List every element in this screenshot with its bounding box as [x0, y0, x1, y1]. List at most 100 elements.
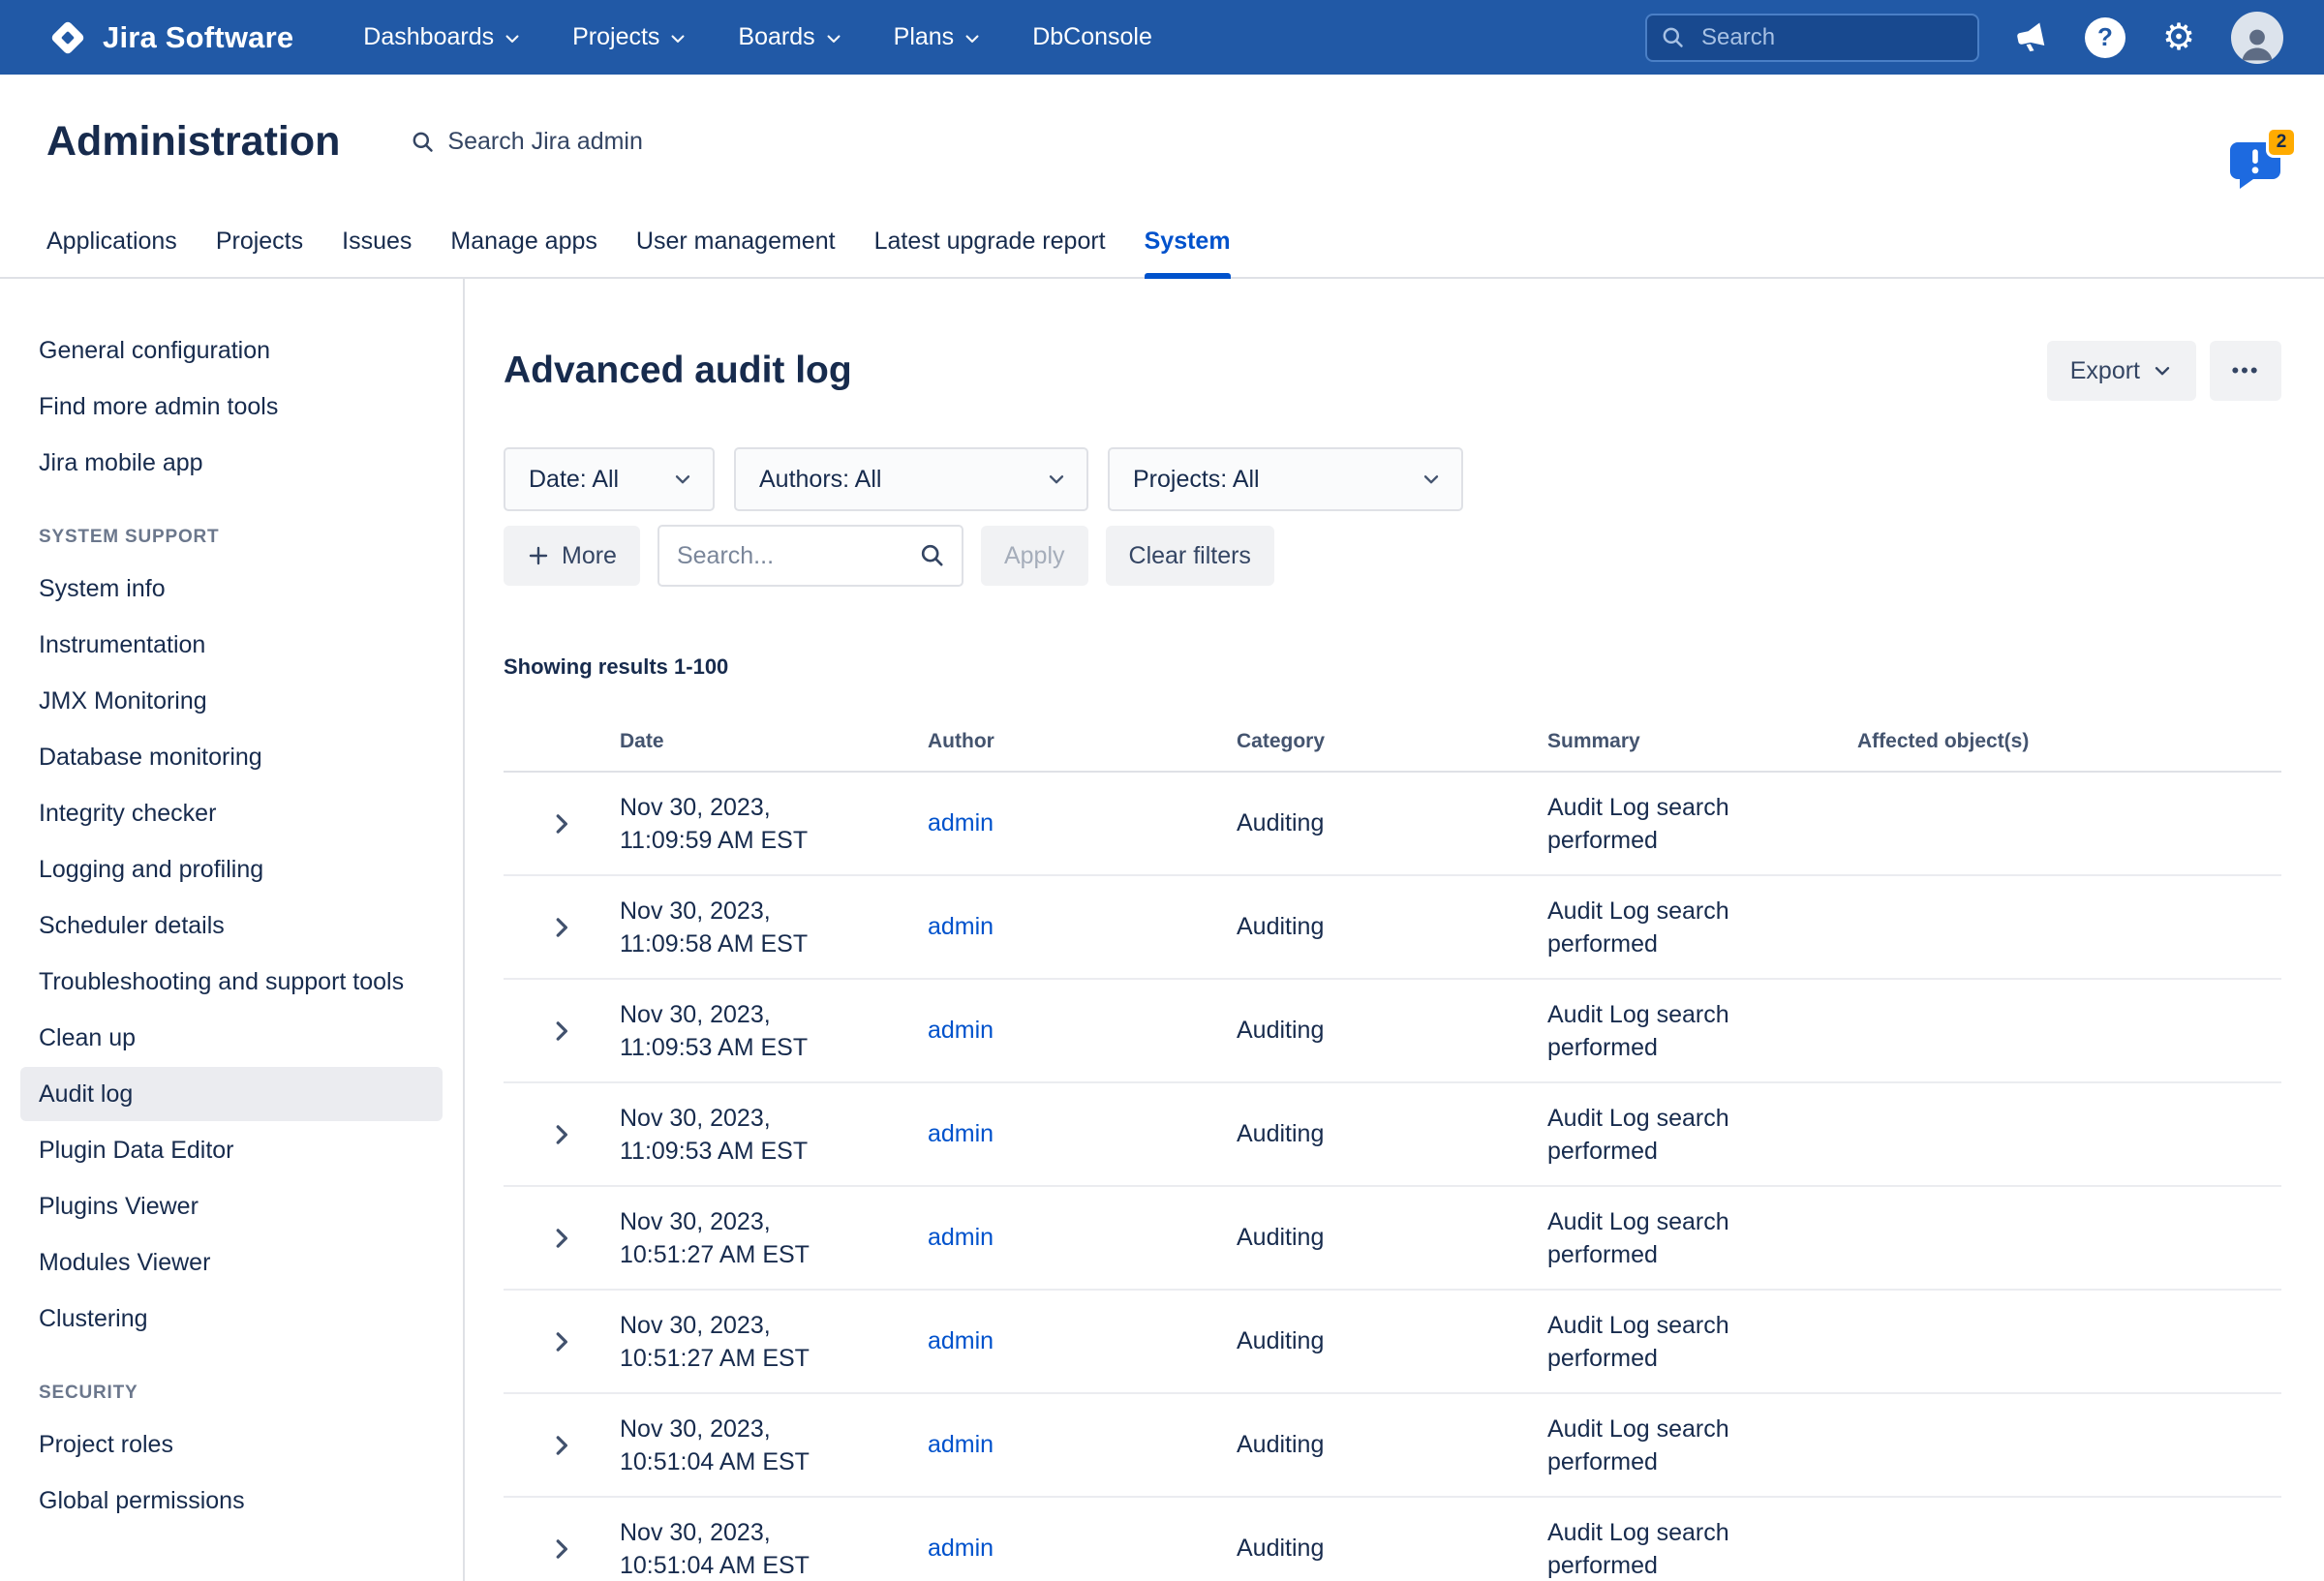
column-header-author: Author: [928, 730, 1237, 753]
more-filters-button[interactable]: More: [504, 526, 640, 586]
cell-author: admin: [928, 1120, 1237, 1148]
projects-filter-dropdown[interactable]: Projects: All: [1108, 447, 1463, 511]
sidebar-item-jmx-monitoring[interactable]: JMX Monitoring: [20, 674, 443, 728]
sidebar-item-integrity-checker[interactable]: Integrity checker: [20, 786, 443, 840]
cell-author: admin: [928, 1017, 1237, 1045]
clear-filters-button[interactable]: Clear filters: [1106, 526, 1274, 586]
audit-log-row: Nov 30, 2023, 10:51:27 AM EST admin Audi…: [504, 1291, 2281, 1394]
cell-author: admin: [928, 1327, 1237, 1355]
cell-expander: [504, 1327, 620, 1356]
nav-item-projects[interactable]: Projects: [572, 23, 688, 51]
authors-filter-dropdown[interactable]: Authors: All: [734, 447, 1088, 511]
expand-row-button[interactable]: [547, 913, 576, 942]
tab-projects[interactable]: Projects: [216, 228, 303, 277]
settings-button[interactable]: ⚙: [2157, 16, 2200, 59]
cell-date: Nov 30, 2023, 11:09:59 AM EST: [620, 791, 928, 857]
sidebar-item-modules-viewer[interactable]: Modules Viewer: [20, 1235, 443, 1290]
filter-row-secondary: More Apply Clear filters: [504, 525, 2281, 587]
more-actions-button[interactable]: •••: [2210, 341, 2281, 401]
sidebar-item-troubleshooting-and-support-tools[interactable]: Troubleshooting and support tools: [20, 955, 443, 1009]
author-link[interactable]: admin: [928, 1017, 994, 1044]
sidebar-item-clean-up[interactable]: Clean up: [20, 1011, 443, 1065]
sidebar-item-database-monitoring[interactable]: Database monitoring: [20, 730, 443, 784]
apply-button[interactable]: Apply: [981, 526, 1088, 586]
section-title: Advanced audit log: [504, 348, 852, 394]
jira-logo[interactable]: Jira Software: [46, 16, 293, 59]
user-avatar[interactable]: [2231, 12, 2283, 64]
expand-row-button[interactable]: [547, 1327, 576, 1356]
sidebar-item-clustering[interactable]: Clustering: [20, 1292, 443, 1346]
author-link[interactable]: admin: [928, 1535, 994, 1562]
cell-expander: [504, 1017, 620, 1046]
cell-summary: Audit Log search performed: [1547, 998, 1857, 1064]
author-link[interactable]: admin: [928, 1327, 994, 1354]
author-link[interactable]: admin: [928, 913, 994, 940]
cell-expander: [504, 1120, 620, 1149]
sidebar-item-jira-mobile-app[interactable]: Jira mobile app: [20, 436, 443, 490]
nav-item-dashboards[interactable]: Dashboards: [363, 23, 522, 51]
chevron-down-icon: [668, 29, 688, 48]
cell-expander: [504, 1224, 620, 1253]
sidebar-item-find-more-admin-tools[interactable]: Find more admin tools: [20, 380, 443, 434]
sidebar-item-global-permissions[interactable]: Global permissions: [20, 1474, 443, 1528]
search-icon: [410, 129, 436, 155]
sidebar-item-logging-and-profiling[interactable]: Logging and profiling: [20, 842, 443, 897]
expand-row-button[interactable]: [547, 809, 576, 838]
export-button[interactable]: Export: [2047, 341, 2196, 401]
column-header-date: Date: [620, 730, 928, 753]
expand-row-button[interactable]: [547, 1535, 576, 1564]
author-link[interactable]: admin: [928, 1120, 994, 1147]
nav-item-plans[interactable]: Plans: [894, 23, 983, 51]
cell-summary: Audit Log search performed: [1547, 895, 1857, 960]
announcements-button[interactable]: [2010, 16, 2053, 59]
tab-manage-apps[interactable]: Manage apps: [450, 228, 597, 277]
tab-applications[interactable]: Applications: [46, 228, 177, 277]
admin-search[interactable]: Search Jira admin: [410, 128, 642, 156]
global-search-input[interactable]: [1645, 14, 1979, 62]
cell-date: Nov 30, 2023, 11:09:58 AM EST: [620, 895, 928, 960]
sidebar-item-system-info[interactable]: System info: [20, 562, 443, 616]
tab-latest-upgrade-report[interactable]: Latest upgrade report: [874, 228, 1106, 277]
cell-expander: [504, 1535, 620, 1564]
expand-row-button[interactable]: [547, 1120, 576, 1149]
sidebar-item-audit-log[interactable]: Audit log: [20, 1067, 443, 1121]
chevron-down-icon: [1421, 469, 1442, 490]
filter-row-primary: Date: All Authors: All Projects: All: [504, 447, 2281, 511]
cell-date: Nov 30, 2023, 11:09:53 AM EST: [620, 1102, 928, 1168]
author-link[interactable]: admin: [928, 809, 994, 836]
sidebar-item-plugins-viewer[interactable]: Plugins Viewer: [20, 1179, 443, 1233]
cell-expander: [504, 1431, 620, 1460]
expand-row-button[interactable]: [547, 1431, 576, 1460]
tab-system[interactable]: System: [1145, 228, 1231, 277]
audit-log-row: Nov 30, 2023, 11:09:53 AM EST admin Audi…: [504, 980, 2281, 1083]
date-filter-dropdown[interactable]: Date: All: [504, 447, 715, 511]
megaphone-icon: [2012, 17, 2051, 56]
sidebar-item-plugin-data-editor[interactable]: Plugin Data Editor: [20, 1123, 443, 1177]
help-button[interactable]: ?: [2084, 16, 2126, 59]
nav-item-label: Plans: [894, 23, 955, 51]
author-link[interactable]: admin: [928, 1224, 994, 1251]
date-filter-label: Date: All: [529, 466, 619, 494]
sidebar-item-general-configuration[interactable]: General configuration: [20, 323, 443, 378]
results-count: Showing results 1-100: [504, 654, 2281, 680]
logo-text: Jira Software: [103, 20, 293, 55]
nav-item-boards[interactable]: Boards: [738, 23, 842, 51]
chevron-right-icon: [547, 1431, 576, 1460]
nav-item-dbconsole[interactable]: DbConsole: [1032, 23, 1152, 51]
sidebar-item-project-roles[interactable]: Project roles: [20, 1417, 443, 1472]
tab-issues[interactable]: Issues: [342, 228, 412, 277]
expand-row-button[interactable]: [547, 1224, 576, 1253]
sidebar-section-security: SECURITY: [0, 1348, 463, 1415]
tab-user-management[interactable]: User management: [636, 228, 836, 277]
export-label: Export: [2070, 357, 2140, 385]
sidebar-item-instrumentation[interactable]: Instrumentation: [20, 618, 443, 672]
sidebar-item-scheduler-details[interactable]: Scheduler details: [20, 898, 443, 953]
feedback-button[interactable]: 2: [2227, 140, 2283, 191]
nav-item-label: Dashboards: [363, 23, 494, 51]
author-link[interactable]: admin: [928, 1431, 994, 1458]
cell-date: Nov 30, 2023, 10:51:04 AM EST: [620, 1413, 928, 1478]
cell-category: Auditing: [1237, 1431, 1547, 1459]
cell-author: admin: [928, 1224, 1237, 1252]
chevron-right-icon: [547, 913, 576, 942]
expand-row-button[interactable]: [547, 1017, 576, 1046]
